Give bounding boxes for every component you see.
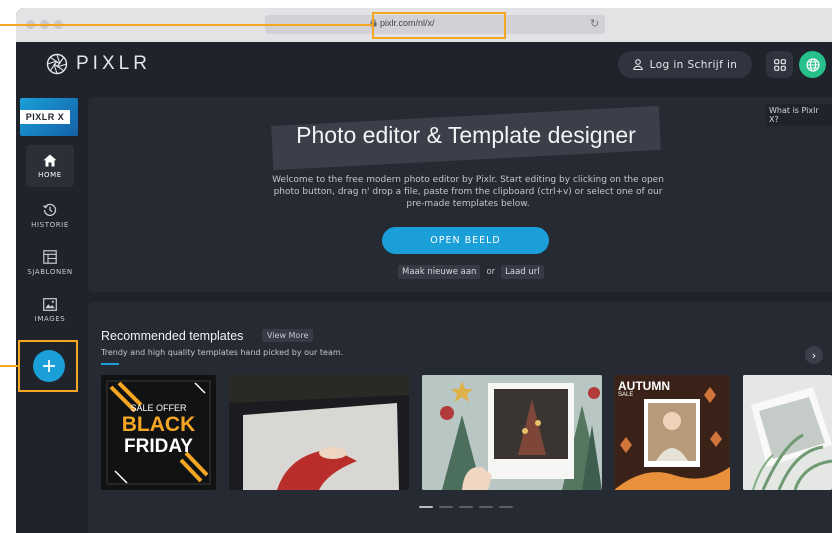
user-icon [632,59,643,70]
pager-dot[interactable] [479,506,493,508]
sidebar-item-images[interactable]: IMAGES [26,289,74,331]
badge-label: PIXLR X [20,110,70,124]
annotation-box-plus [18,340,78,392]
create-new-link[interactable]: Maak nieuwe aan [398,265,481,279]
templates-subtitle: Trendy and high quality templates hand p… [101,348,344,357]
sidebar-item-label: HISTORIE [31,221,69,229]
or-text: or [486,267,496,277]
templates-icon [43,250,57,264]
sidebar-item-label: SJABLONEN [27,268,73,276]
template-card-black-friday[interactable]: SALE OFFER BLACK FRIDAY [101,375,216,490]
pager-dot[interactable] [419,506,433,508]
login-label: Log in Schrijf in [649,58,738,71]
sidebar-item-label: HOME [38,170,62,179]
sidebar-item-home[interactable]: HOME [26,145,74,187]
globe-icon [805,57,820,72]
apps-button[interactable] [766,51,793,78]
template-card-journal-photo[interactable] [229,375,409,490]
annotation-line-plus [0,365,18,367]
home-icon [43,154,57,166]
palm-polaroid-artwork [743,375,832,490]
card-text-sale-offer: SALE OFFER [130,403,187,413]
card-text-friday: FRIDAY [124,436,193,457]
grid-icon [773,58,786,71]
view-more-button[interactable]: View More [262,329,314,342]
christmas-polaroid-artwork [422,375,602,490]
sidebar-item-templates[interactable]: SJABLONEN [26,242,74,284]
login-button[interactable]: Log in Schrijf in [618,51,752,78]
pager-dot[interactable] [439,506,453,508]
pager-dot[interactable] [499,506,513,508]
sidebar-item-history[interactable]: HISTORIE [26,195,74,237]
sidebar-item-label: IMAGES [34,314,66,323]
history-icon [43,203,57,216]
reload-icon[interactable]: ↻ [590,17,599,30]
aperture-icon [46,53,68,75]
card-text-black: BLACK [121,413,196,436]
open-image-button[interactable]: OPEN BEELD [382,227,549,254]
templates-underline [101,363,119,365]
card-text-autumn: AUTUMN [618,379,670,393]
app-header: PIXLR Log in Schrijf in [16,42,832,88]
next-arrow-button[interactable]: › [805,346,823,364]
template-card-autumn-sale[interactable]: AUTUMN SALE [614,375,730,490]
template-card-christmas-polaroid[interactable] [422,375,602,490]
pixlr-logo[interactable]: PIXLR [46,53,151,75]
hero-title: Photo editor & Template designer [296,122,636,148]
logo-text: PIXLR [76,53,151,74]
what-is-pixlr-link[interactable]: What is Pixlr X? [766,104,832,126]
hero-links: Maak nieuwe aan or Laad url [398,265,544,279]
template-card-palm-polaroid[interactable] [743,375,832,490]
load-url-link[interactable]: Laad url [501,265,544,279]
pager-dot[interactable] [459,506,473,508]
card-text-sale: SALE [618,392,634,398]
language-button[interactable] [799,51,826,78]
pixlr-x-badge[interactable]: PIXLR X [20,98,78,136]
hero-description: Welcome to the free modern photo editor … [272,175,664,209]
templates-title: Recommended templates [101,329,244,343]
annotation-box-url [372,12,506,39]
journal-photo-artwork [229,375,409,490]
annotation-line-url [0,24,372,26]
image-icon [43,297,57,311]
